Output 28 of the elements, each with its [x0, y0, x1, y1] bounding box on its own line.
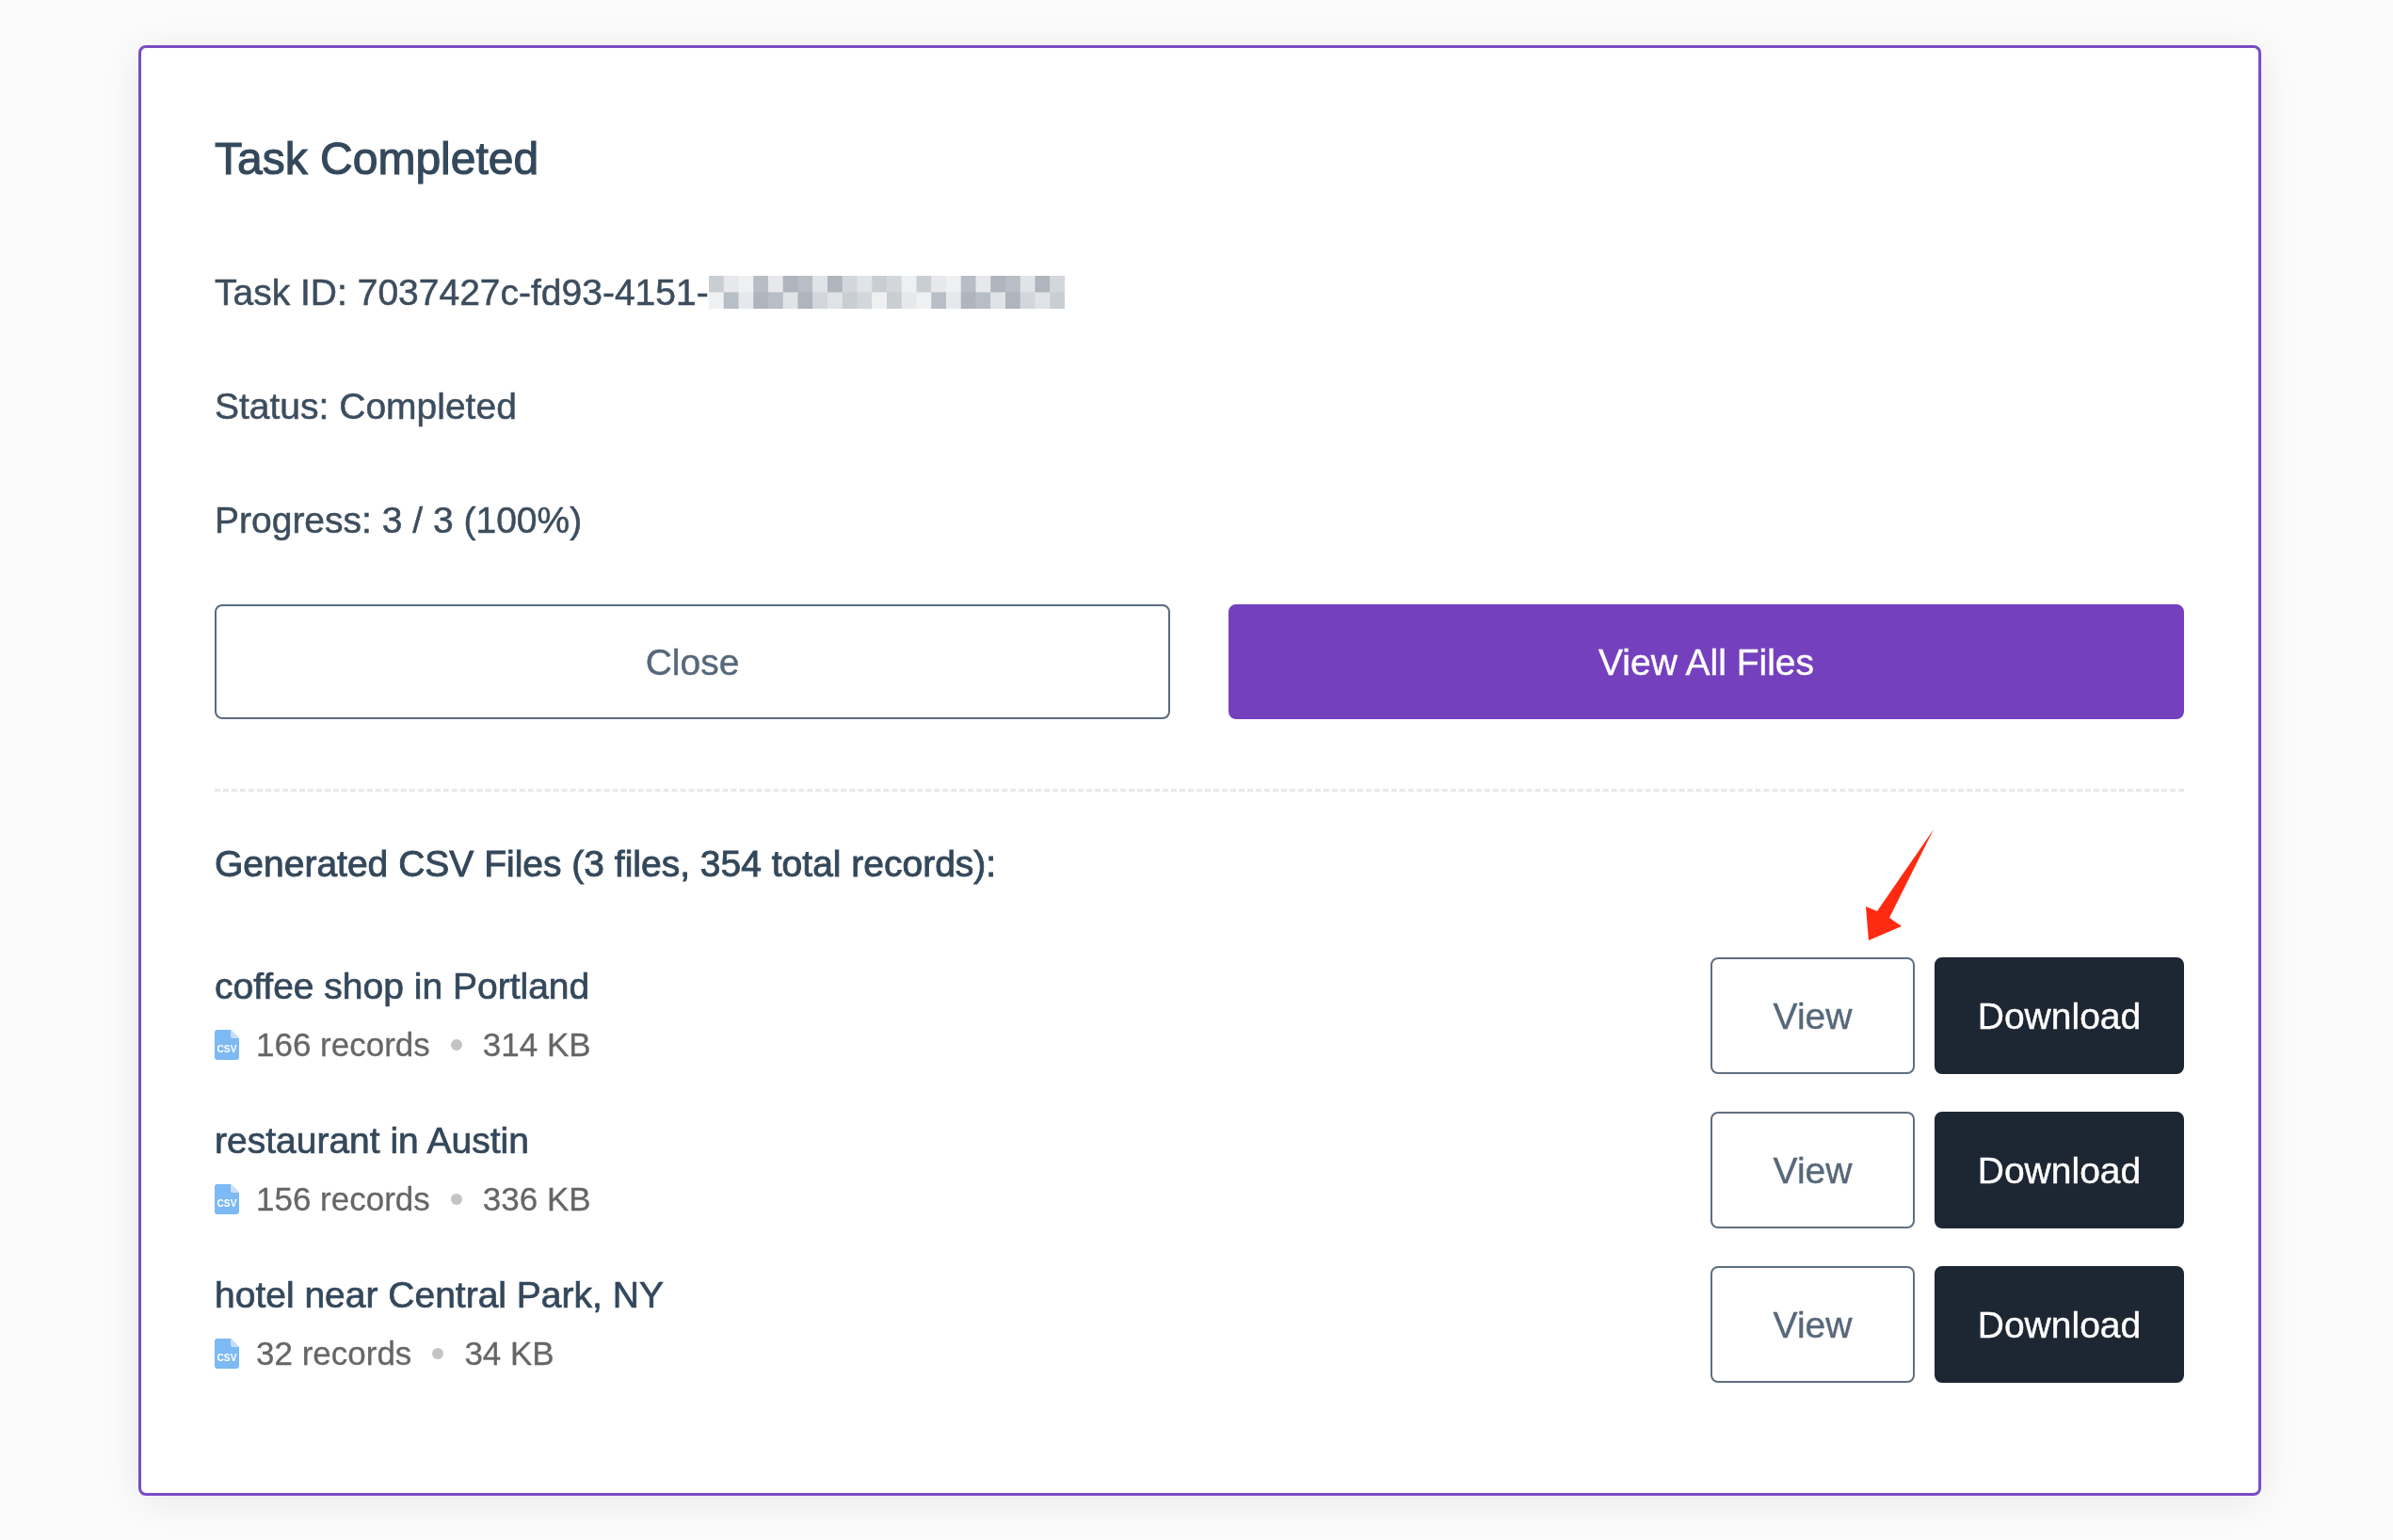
separator-dot-icon	[432, 1348, 444, 1359]
view-all-files-button[interactable]: View All Files	[1229, 604, 2184, 719]
download-button[interactable]: Download	[1935, 957, 2184, 1074]
file-size: 336 KB	[482, 1179, 591, 1219]
separator-dot-icon	[450, 1039, 462, 1051]
separator-dot-icon	[450, 1194, 462, 1205]
record-count: 156 records	[256, 1179, 430, 1219]
dialog-title: Task Completed	[215, 133, 539, 185]
files-heading: Generated CSV Files (3 files, 354 total records):	[215, 842, 997, 886]
view-button[interactable]: View	[1710, 957, 1915, 1074]
file-name: coffee shop in Portland	[215, 965, 590, 1008]
download-button[interactable]: Download	[1935, 1266, 2184, 1383]
file-size: 34 KB	[464, 1334, 554, 1373]
close-button[interactable]: Close	[215, 604, 1170, 719]
record-count: 166 records	[256, 1025, 430, 1065]
csv-file-icon: CSV	[215, 1184, 239, 1214]
download-button[interactable]: Download	[1935, 1112, 2184, 1228]
csv-file-icon: CSV	[215, 1030, 239, 1060]
view-button[interactable]: View	[1710, 1266, 1915, 1383]
csv-file-icon: CSV	[215, 1339, 239, 1369]
view-button[interactable]: View	[1710, 1112, 1915, 1228]
detail-text: Task ID: 7037427c-fd93-4151-	[215, 271, 709, 314]
file-name: hotel near Central Park, NY	[215, 1274, 664, 1317]
file-name: restaurant in Austin	[215, 1119, 529, 1163]
file-size: 314 KB	[482, 1025, 591, 1065]
record-count: 32 records	[256, 1334, 412, 1373]
detail-text: Progress: 3 / 3 (100%)	[215, 499, 583, 542]
detail-text: Status: Completed	[215, 385, 517, 428]
